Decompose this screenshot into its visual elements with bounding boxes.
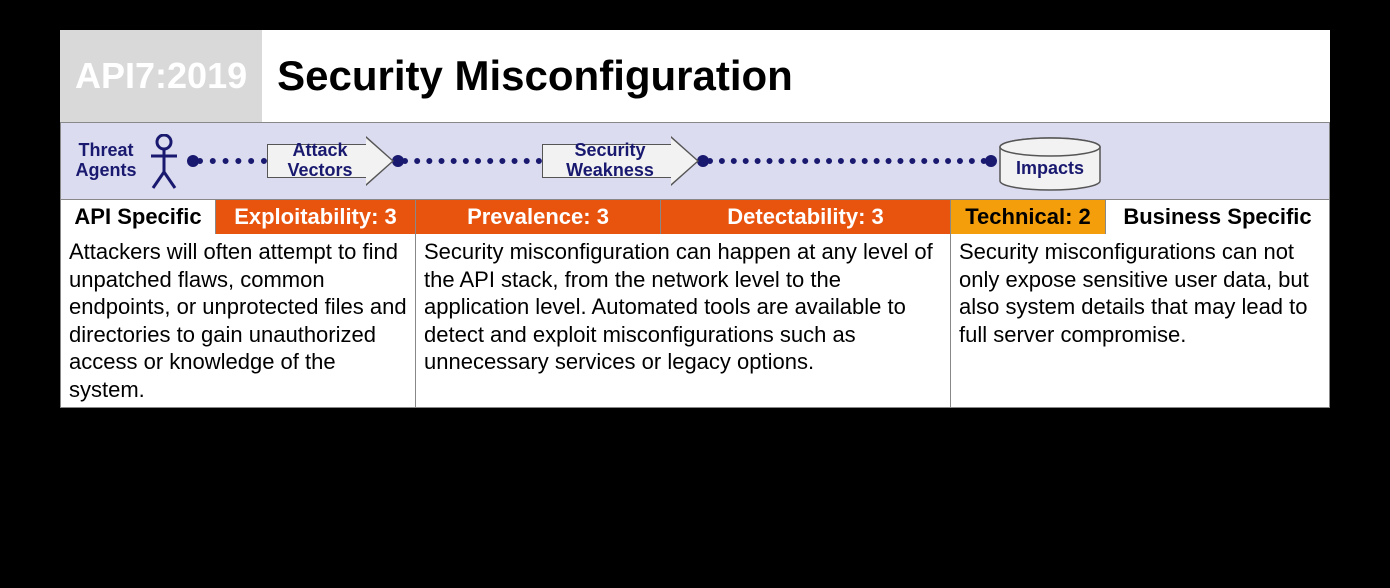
- risk-id-badge: API7:2019: [60, 30, 262, 122]
- threat-agents-label: Threat Agents: [71, 141, 141, 181]
- flow-connector-icon: [197, 158, 267, 164]
- security-weakness-description: Security misconfiguration can happen at …: [416, 234, 951, 407]
- threat-agents-description: Attackers will often attempt to find unp…: [61, 234, 416, 407]
- person-icon: [149, 134, 179, 189]
- impacts-description: Security misconfigurations can not only …: [951, 234, 1329, 407]
- detectability-cell: Detectability: 3: [661, 200, 951, 234]
- ratings-row: API Specific Exploitability: 3 Prevalenc…: [60, 200, 1330, 234]
- page-title: Security Misconfiguration: [277, 52, 793, 100]
- flow-connector-icon: [402, 158, 542, 164]
- flow-connector-icon: [707, 158, 987, 164]
- security-weakness-label: Security Weakness: [555, 141, 665, 181]
- header: API7:2019 Security Misconfiguration: [60, 30, 1330, 122]
- risk-card: API7:2019 Security Misconfiguration Thre…: [60, 30, 1330, 408]
- prevalence-cell: Prevalence: 3: [416, 200, 661, 234]
- arrow-head-icon: [366, 136, 394, 186]
- descriptions-row: Attackers will often attempt to find unp…: [60, 234, 1330, 408]
- technical-cell: Technical: 2: [951, 200, 1106, 234]
- arrow-head-icon: [671, 136, 699, 186]
- attack-vectors-box: Attack Vectors: [267, 136, 394, 186]
- exploitability-cell: Exploitability: 3: [216, 200, 416, 234]
- security-weakness-box: Security Weakness: [542, 136, 699, 186]
- threat-flow-diagram: Threat Agents Attack Vectors: [60, 122, 1330, 200]
- impacts-label: Impacts: [995, 159, 1105, 179]
- attack-vectors-label: Attack Vectors: [280, 141, 360, 181]
- impacts-cylinder: Impacts: [995, 137, 1095, 185]
- api-specific-cell: API Specific: [61, 200, 216, 234]
- business-specific-cell: Business Specific: [1106, 200, 1329, 234]
